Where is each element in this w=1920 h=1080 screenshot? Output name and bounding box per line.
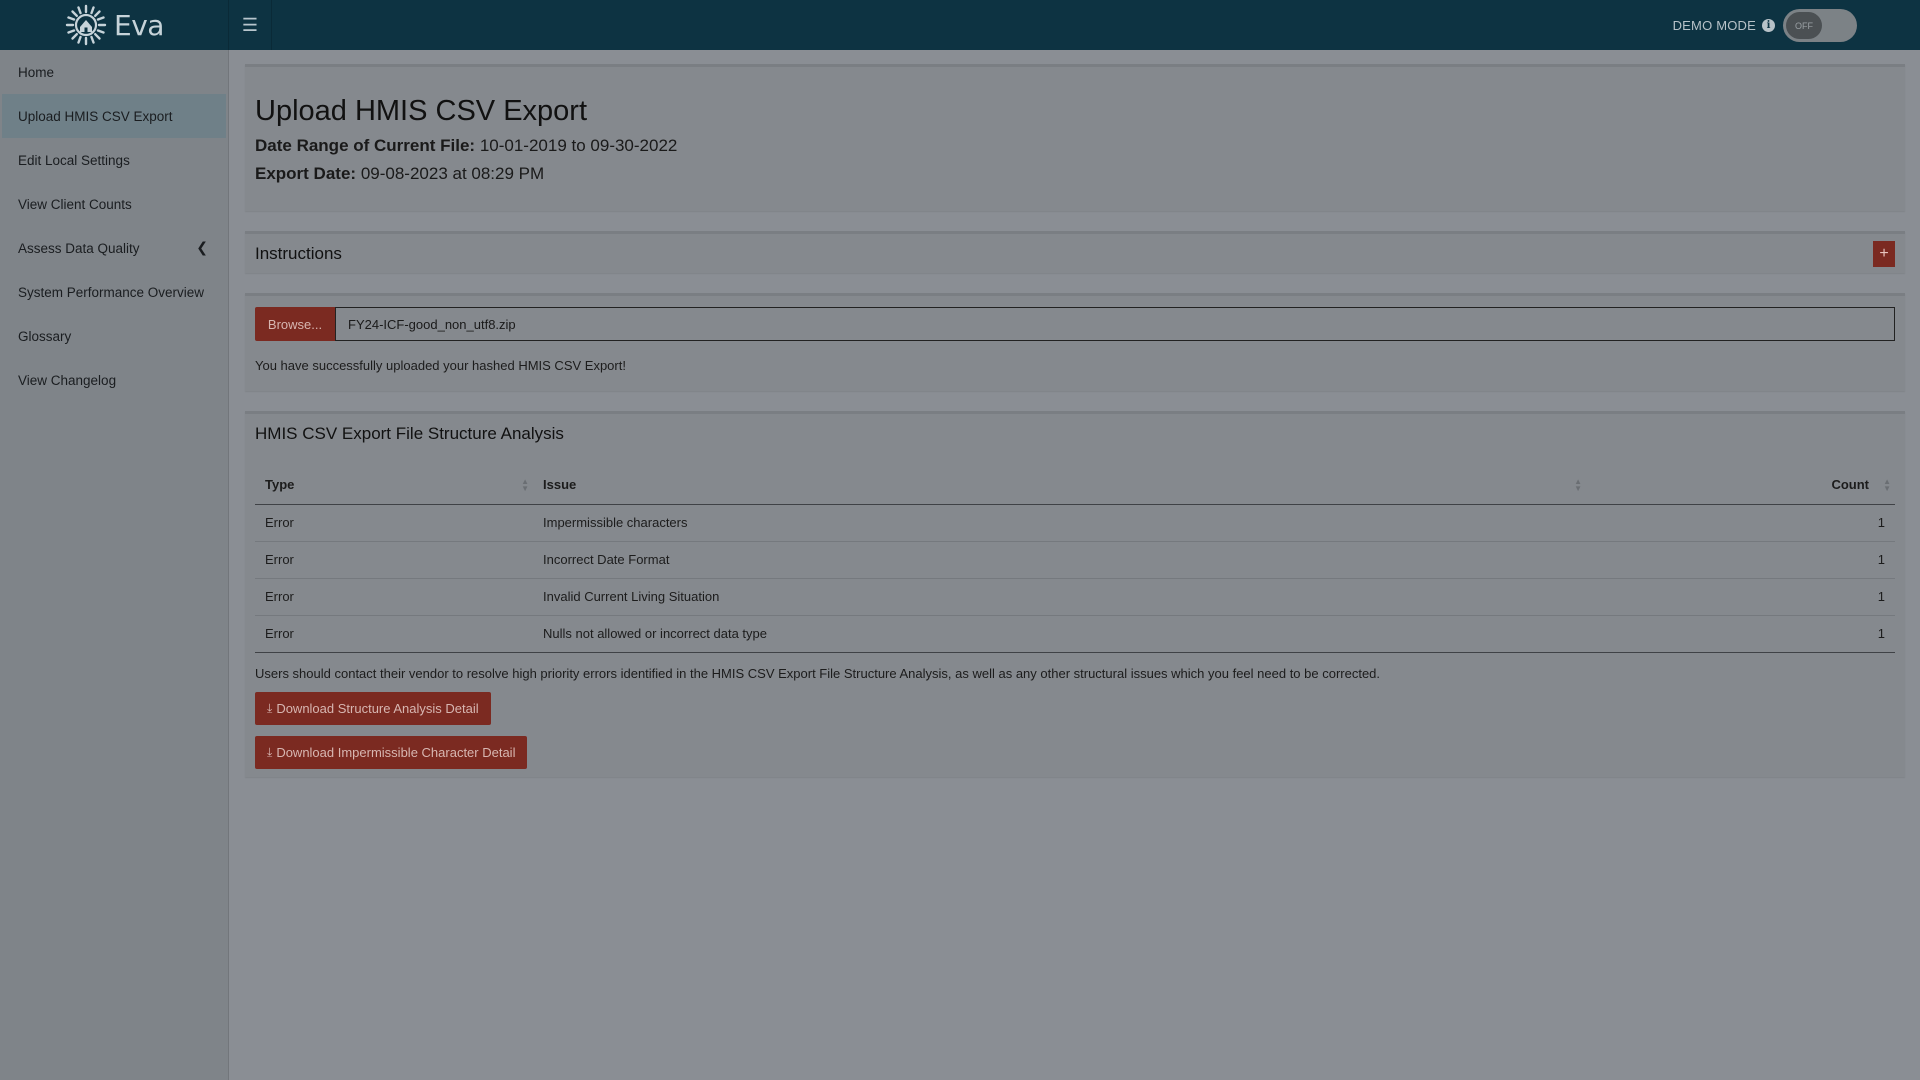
page-header-box: Upload HMIS CSV Export Date Range of Cur…	[245, 64, 1905, 211]
sidebar-item-label: Glossary	[18, 328, 72, 344]
page-title: Upload HMIS CSV Export	[255, 95, 588, 127]
sidebar-item-assess-data-quality[interactable]: Assess Data Quality ❮	[0, 226, 228, 270]
instructions-title: Instructions	[255, 243, 342, 263]
info-icon[interactable]: i	[1762, 19, 1775, 32]
cell-count: 1	[1586, 615, 1895, 653]
structure-analysis-table: Type ▲ ▼ Issue ▲ ▼ Count ▲ ▼ Error Imper…	[255, 466, 1895, 653]
instructions-box: Instructions +	[245, 231, 1905, 273]
sidebar: Home Upload HMIS CSV Export Edit Local S…	[0, 50, 229, 1080]
cell-issue: Impermissible characters	[533, 504, 1586, 542]
main-content: Upload HMIS CSV Export Date Range of Cur…	[245, 64, 1905, 797]
sidebar-item-label: Assess Data Quality	[18, 240, 140, 256]
download-impermissible-character-button[interactable]: ⤓ Download Impermissible Character Detai…	[255, 735, 528, 769]
sidebar-item-glossary[interactable]: Glossary	[0, 314, 228, 358]
file-name-field[interactable]: FY24-ICF-good_non_utf8.zip	[335, 307, 1895, 341]
chevron-left-icon: ❮	[196, 240, 208, 256]
download-icon: ⤓	[267, 744, 273, 759]
table-row: Error Nulls not allowed or incorrect dat…	[255, 615, 1895, 653]
button-label: Download Structure Analysis Detail	[276, 700, 479, 716]
top-navbar: Eva ☰ DEMO MODE i OFF	[0, 0, 1920, 50]
sort-icon: ▲ ▼	[1574, 477, 1582, 493]
cell-type: Error	[255, 578, 533, 616]
toggle-state-label: OFF	[1786, 12, 1822, 39]
sidebar-item-label: System Performance Overview	[18, 284, 205, 300]
sidebar-item-label: Home	[18, 64, 55, 80]
analysis-title: HMIS CSV Export File Structure Analysis	[255, 424, 564, 443]
browse-button[interactable]: Browse...	[255, 307, 335, 341]
sidebar-item-label: View Changelog	[18, 372, 117, 388]
plus-icon: +	[1879, 245, 1889, 262]
sidebar-item-view-client-counts[interactable]: View Client Counts	[0, 182, 228, 226]
column-header-issue[interactable]: Issue ▲ ▼	[533, 466, 1586, 505]
hamburger-icon: ☰	[241, 14, 259, 35]
cell-type: Error	[255, 541, 533, 579]
brand-name: Eva	[114, 8, 164, 42]
brand[interactable]: Eva	[0, 0, 229, 50]
export-date-label: Export Date:	[255, 164, 357, 183]
sidebar-item-label: View Client Counts	[18, 196, 132, 212]
sidebar-item-home[interactable]: Home	[0, 50, 228, 94]
date-range-label: Date Range of Current File:	[255, 136, 476, 155]
cell-type: Error	[255, 615, 533, 653]
sidebar-item-edit-local-settings[interactable]: Edit Local Settings	[0, 138, 228, 182]
structure-analysis-box: HMIS CSV Export File Structure Analysis …	[245, 411, 1905, 777]
cell-issue: Invalid Current Living Situation	[533, 578, 1586, 616]
cell-issue: Nulls not allowed or incorrect data type	[533, 615, 1586, 653]
sort-icon: ▲ ▼	[1883, 477, 1891, 493]
date-range-line: Date Range of Current File: 10-01-2019 t…	[255, 136, 1895, 156]
button-label: Download Impermissible Character Detail	[276, 744, 516, 760]
upload-success-message: You have successfully uploaded your hash…	[255, 358, 626, 373]
sidebar-item-label: Upload HMIS CSV Export	[18, 108, 173, 124]
table-row: Error Impermissible characters 1	[255, 504, 1895, 542]
download-icon: ⤓	[267, 700, 273, 715]
download-structure-analysis-button[interactable]: ⤓ Download Structure Analysis Detail	[255, 691, 491, 725]
cell-type: Error	[255, 504, 533, 542]
demo-mode-toggle[interactable]: OFF	[1783, 9, 1857, 42]
sidebar-item-upload-hmis-csv-export[interactable]: Upload HMIS CSV Export	[2, 94, 226, 138]
sidebar-item-label: Edit Local Settings	[18, 152, 130, 168]
expand-instructions-button[interactable]: +	[1873, 241, 1895, 267]
date-range-value: 10-01-2019 to 09-30-2022	[479, 136, 678, 155]
table-row: Error Incorrect Date Format 1	[255, 541, 1895, 579]
table-row: Error Invalid Current Living Situation 1	[255, 578, 1895, 616]
cell-issue: Incorrect Date Format	[533, 541, 1586, 579]
cell-count: 1	[1586, 504, 1895, 542]
demo-mode-control: DEMO MODE i OFF	[1673, 9, 1857, 42]
cell-count: 1	[1586, 541, 1895, 579]
export-date-value: 09-08-2023 at 08:29 PM	[360, 164, 545, 183]
cell-count: 1	[1586, 578, 1895, 616]
file-upload-row: Browse... FY24-ICF-good_non_utf8.zip	[255, 307, 1895, 341]
sort-icon: ▲ ▼	[521, 477, 529, 493]
upload-box: Browse... FY24-ICF-good_non_utf8.zip You…	[245, 293, 1905, 391]
table-header-row: Type ▲ ▼ Issue ▲ ▼ Count ▲ ▼	[255, 466, 1895, 505]
vendor-contact-note: Users should contact their vendor to res…	[255, 665, 1381, 681]
export-date-line: Export Date: 09-08-2023 at 08:29 PM	[255, 164, 1895, 184]
column-header-type[interactable]: Type ▲ ▼	[255, 466, 533, 505]
sidebar-item-system-performance-overview[interactable]: System Performance Overview	[0, 270, 228, 314]
column-header-count[interactable]: Count ▲ ▼	[1586, 466, 1895, 505]
eva-logo-icon	[65, 4, 107, 46]
demo-mode-label: DEMO MODE	[1672, 18, 1756, 33]
sidebar-toggle-button[interactable]: ☰	[229, 0, 272, 50]
sidebar-item-view-changelog[interactable]: View Changelog	[0, 358, 228, 402]
